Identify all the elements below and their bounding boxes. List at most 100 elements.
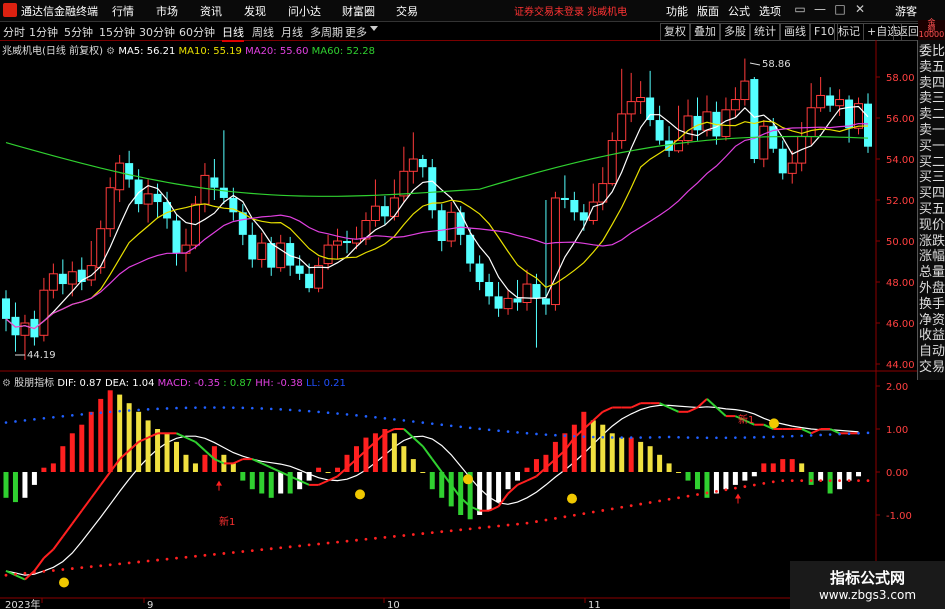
side-item[interactable]: 自动 <box>919 344 945 359</box>
hh-dot <box>800 479 804 482</box>
draw-button[interactable]: 画线 <box>780 23 810 41</box>
login-alert[interactable]: 证券交易未登录 兆威机电 <box>514 3 627 18</box>
side-item[interactable]: 卖三 <box>919 91 945 106</box>
macd-bar <box>524 467 530 472</box>
ll-dot <box>222 406 226 409</box>
hh-dot <box>14 572 17 576</box>
side-item[interactable]: 现价 <box>919 218 945 233</box>
menu-layout[interactable]: 版面 <box>697 3 719 19</box>
menu-formula[interactable]: 公式 <box>728 3 750 19</box>
dif-line <box>43 548 55 559</box>
tab-weekly[interactable]: 周线 <box>252 24 274 40</box>
guest-button[interactable]: 游客 <box>895 3 917 19</box>
macd-bar <box>619 437 625 472</box>
menu-ask[interactable]: 问小达 <box>288 3 321 19</box>
menu-trade[interactable]: 交易 <box>396 3 418 19</box>
stats-button[interactable]: 统计 <box>750 23 780 41</box>
side-item[interactable]: 买四 <box>919 186 945 201</box>
macd-bar <box>581 411 587 472</box>
date-tick-label: 10 <box>387 600 400 609</box>
tab-monthly[interactable]: 月线 <box>281 24 303 40</box>
side-item[interactable]: 卖四 <box>919 76 945 91</box>
side-item[interactable]: 换手 <box>919 297 945 312</box>
hh-dot <box>269 547 273 551</box>
ll-dot <box>194 406 197 409</box>
side-item[interactable]: 卖五 <box>919 60 945 75</box>
menu-market[interactable]: 市场 <box>156 3 178 19</box>
side-item[interactable]: 买二 <box>919 155 945 170</box>
tab-1min[interactable]: 1分钟 <box>29 24 58 40</box>
menu-quotes[interactable]: 行情 <box>112 3 134 19</box>
chevron-down-icon[interactable] <box>370 26 378 31</box>
dif-line <box>71 510 83 525</box>
side-item[interactable]: 涨跌 <box>919 234 945 249</box>
ll-dot <box>61 414 65 418</box>
hh-dot <box>383 535 387 539</box>
tab-5min[interactable]: 5分钟 <box>64 24 93 40</box>
ll-dot <box>828 433 832 436</box>
minimize-icon[interactable]: — <box>812 1 828 17</box>
menu-options[interactable]: 选项 <box>759 3 781 19</box>
side-item[interactable]: 交易 <box>919 360 945 375</box>
skin-icon[interactable]: ▭ <box>792 1 808 17</box>
ll-dot <box>326 411 330 415</box>
candle-body <box>343 241 352 244</box>
side-item[interactable]: 买一 <box>919 139 945 154</box>
side-item[interactable]: 收益 <box>919 328 945 343</box>
hh-dot <box>355 538 358 542</box>
macd-bar <box>107 390 113 472</box>
ll-dot <box>781 435 785 438</box>
macd-bar <box>69 433 75 472</box>
ll-dot <box>288 408 292 412</box>
candle-body <box>607 140 617 185</box>
kline-chart[interactable]: 58.00 56.00 54.00 52.00 50.00 48.00 46.00 44.00… <box>0 40 917 609</box>
multistock-button[interactable]: 多股 <box>720 23 750 41</box>
tab-multi[interactable]: 多周期 <box>310 24 343 40</box>
dif-line <box>99 471 112 486</box>
close-icon[interactable]: ✕ <box>852 1 868 17</box>
overlay-button[interactable]: 叠加 <box>690 23 720 41</box>
ll-dot <box>89 412 93 415</box>
tab-60min[interactable]: 60分钟 <box>179 24 215 40</box>
menu-function[interactable]: 功能 <box>666 3 688 19</box>
side-item[interactable]: 买五 <box>919 202 945 217</box>
hh-dot <box>127 561 131 565</box>
hh-dot <box>771 480 775 484</box>
menu-news[interactable]: 资讯 <box>200 3 222 19</box>
ll-dot <box>734 436 737 439</box>
tab-30min[interactable]: 30分钟 <box>139 24 175 40</box>
tab-intraday[interactable]: 分时 <box>3 24 25 40</box>
mark-button[interactable]: 标记 <box>834 23 864 41</box>
ll-dot <box>629 436 633 439</box>
dif-line <box>801 428 812 435</box>
period-tabs: 分时 1分钟 5分钟 15分钟 30分钟 60分钟 日线 周线 月线 多周期 更… <box>0 22 945 42</box>
side-item[interactable]: 净资 <box>919 313 945 328</box>
tab-more[interactable]: 更多 <box>345 24 367 40</box>
maximize-icon[interactable]: □ <box>832 1 848 17</box>
menu-discover[interactable]: 发现 <box>244 3 266 19</box>
candle-body <box>181 244 191 254</box>
hh-dot <box>137 560 141 564</box>
candle-body <box>437 210 446 241</box>
side-item[interactable]: 买三 <box>919 170 945 185</box>
ll-dot <box>430 422 434 425</box>
candle-body <box>655 120 664 141</box>
macd-bar <box>448 472 454 507</box>
macd-bar <box>638 441 644 472</box>
high-price-label: 58.86 <box>762 59 791 70</box>
side-item[interactable]: 委比 <box>919 44 945 59</box>
macd-bar <box>306 472 312 481</box>
adjust-button[interactable]: 复权 <box>660 23 690 41</box>
side-item[interactable]: 总量 <box>919 265 945 280</box>
hh-dot <box>648 501 652 504</box>
side-item[interactable]: 卖二 <box>919 107 945 122</box>
ll-dot <box>175 406 178 410</box>
side-item[interactable]: 涨幅 <box>919 249 945 264</box>
side-item[interactable]: 卖一 <box>919 123 945 138</box>
dif-line <box>90 484 102 499</box>
candle-body <box>626 101 636 115</box>
candle-body <box>333 240 343 246</box>
side-item[interactable]: 外盘 <box>919 281 945 296</box>
menu-wealth[interactable]: 财富圈 <box>342 3 375 19</box>
tab-15min[interactable]: 15分钟 <box>99 24 135 40</box>
